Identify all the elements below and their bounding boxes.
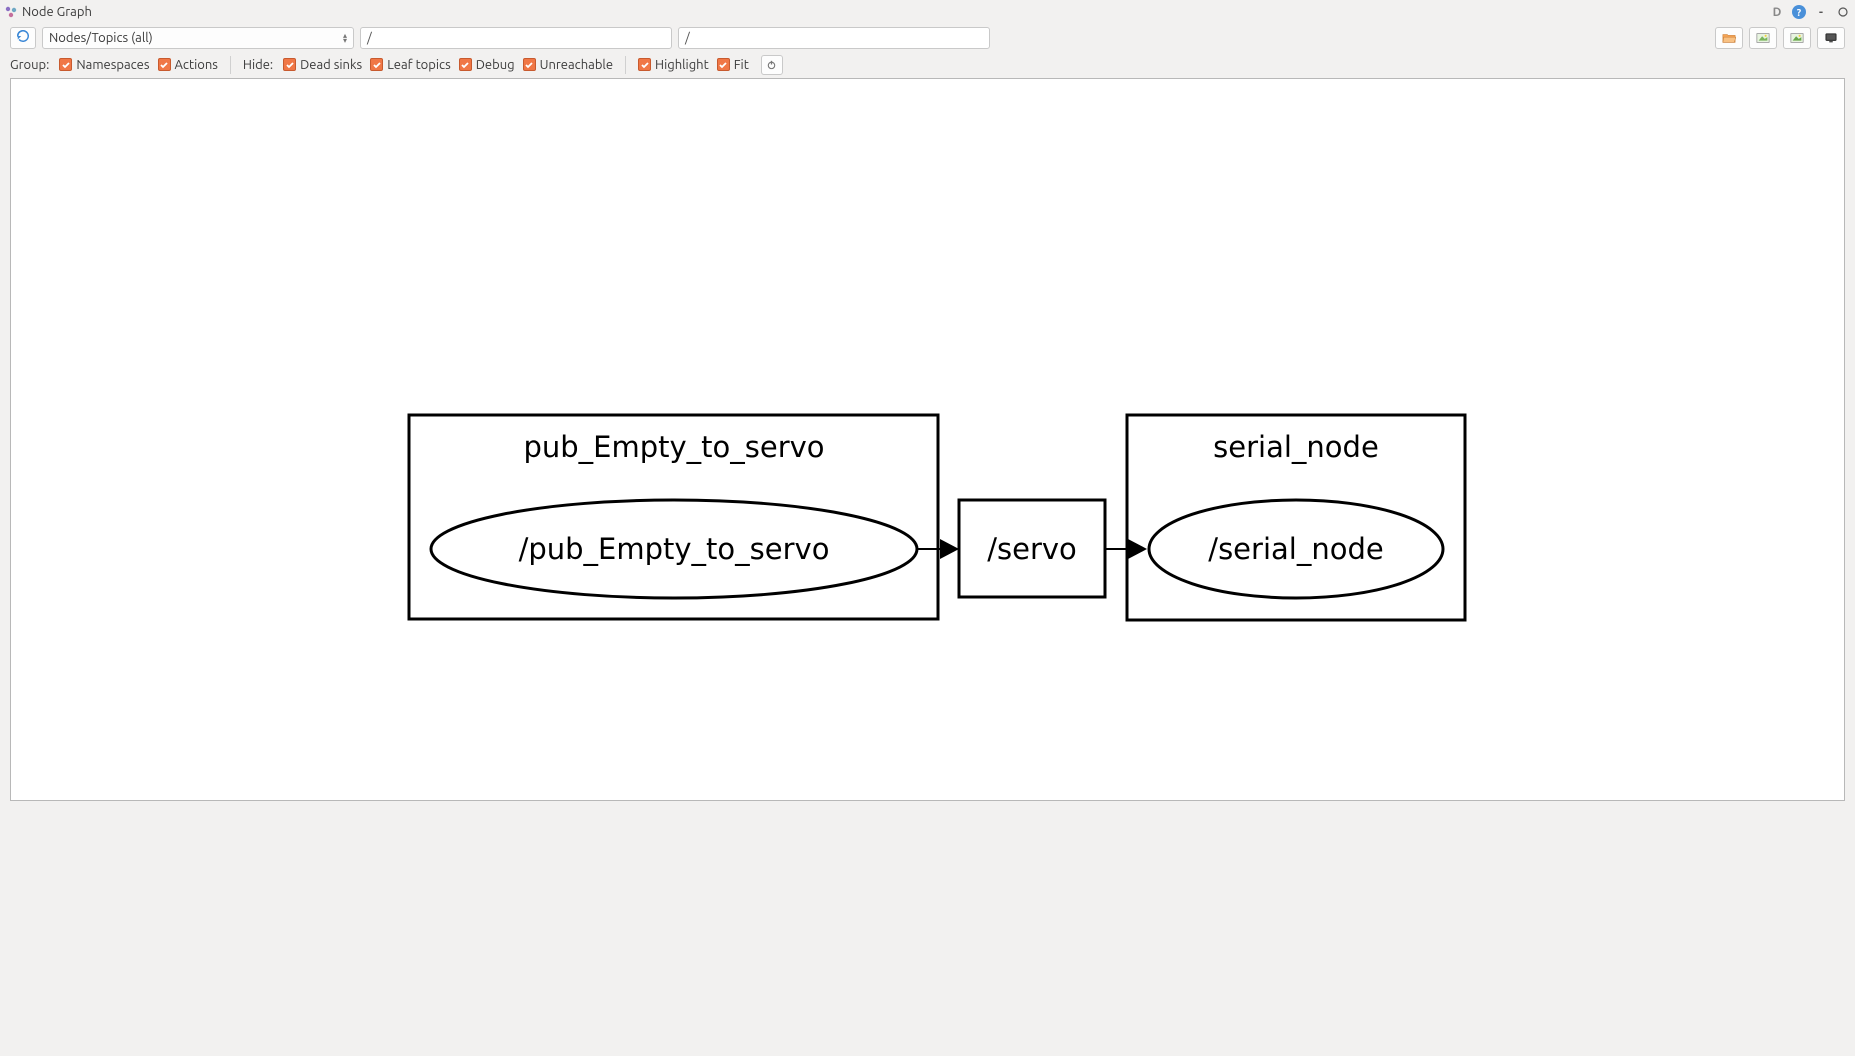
filter2-value: /: [685, 31, 690, 45]
checkbox-checked-icon: [283, 58, 296, 71]
maximize-button[interactable]: [1835, 4, 1851, 20]
folder-icon: [1722, 32, 1736, 44]
arrowhead-1: [940, 539, 959, 559]
divider: [625, 56, 626, 74]
namespaces-checkbox[interactable]: Namespaces: [59, 58, 149, 72]
namespace-title-2: serial_node: [1213, 430, 1379, 464]
save-image-button[interactable]: [1749, 27, 1777, 49]
detach-icon[interactable]: D: [1769, 4, 1785, 20]
refresh-button[interactable]: [10, 27, 36, 49]
view-mode-dropdown[interactable]: Nodes/Topics (all) ▴▾: [42, 27, 354, 49]
canvas-container: pub_Empty_to_servo /pub_Empty_to_servo /…: [0, 78, 1855, 811]
filter-input-1[interactable]: /: [360, 27, 672, 49]
actions-checkbox[interactable]: Actions: [158, 58, 218, 72]
debug-label: Debug: [476, 58, 515, 72]
checkbox-checked-icon: [638, 58, 651, 71]
fit-label: Fit: [734, 58, 749, 72]
checkbox-checked-icon: [59, 58, 72, 71]
hide-label: Hide:: [243, 58, 273, 72]
help-icon[interactable]: ?: [1791, 4, 1807, 20]
dead-sinks-checkbox[interactable]: Dead sinks: [283, 58, 362, 72]
leaf-topics-checkbox[interactable]: Leaf topics: [370, 58, 451, 72]
auto-fit-button[interactable]: [761, 55, 783, 75]
options-bar: Group: Namespaces Actions Hide: Dead sin…: [0, 51, 1855, 78]
checkbox-checked-icon: [459, 58, 472, 71]
app-icon: [4, 5, 18, 19]
graph-svg: pub_Empty_to_servo /pub_Empty_to_servo /…: [11, 79, 1844, 800]
toolbar: Nodes/Topics (all) ▴▾ / /: [0, 24, 1855, 51]
divider: [230, 56, 231, 74]
topic-label: /servo: [987, 532, 1077, 566]
unreachable-checkbox[interactable]: Unreachable: [523, 58, 613, 72]
checkbox-checked-icon: [158, 58, 171, 71]
titlebar-right: D ? -: [1769, 4, 1851, 20]
unreachable-label: Unreachable: [540, 58, 613, 72]
namespace-title-1: pub_Empty_to_servo: [523, 430, 824, 464]
filter1-value: /: [367, 31, 372, 45]
node-label-2: /serial_node: [1208, 532, 1383, 566]
refresh-icon: [16, 29, 30, 46]
titlebar-left: Node Graph: [4, 5, 92, 19]
dead-sinks-label: Dead sinks: [300, 58, 362, 72]
graph-canvas[interactable]: pub_Empty_to_servo /pub_Empty_to_servo /…: [10, 78, 1845, 801]
toolbar-right: [1715, 27, 1845, 49]
title-bar: Node Graph D ? -: [0, 0, 1855, 24]
highlight-checkbox[interactable]: Highlight: [638, 58, 709, 72]
group-label: Group:: [10, 58, 49, 72]
picture-export-icon: [1790, 32, 1804, 44]
highlight-label: Highlight: [655, 58, 709, 72]
arrowhead-2: [1128, 539, 1147, 559]
fit-checkbox[interactable]: Fit: [717, 58, 749, 72]
minimize-button[interactable]: -: [1813, 4, 1829, 20]
debug-checkbox[interactable]: Debug: [459, 58, 515, 72]
checkbox-checked-icon: [717, 58, 730, 71]
save-dot-button[interactable]: [1783, 27, 1811, 49]
window-title: Node Graph: [22, 5, 92, 19]
actions-label: Actions: [175, 58, 218, 72]
power-icon: [766, 59, 777, 70]
picture-icon: [1756, 32, 1770, 44]
checkbox-checked-icon: [370, 58, 383, 71]
node-label-1: /pub_Empty_to_servo: [519, 532, 830, 566]
leaf-topics-label: Leaf topics: [387, 58, 451, 72]
checkbox-checked-icon: [523, 58, 536, 71]
open-button[interactable]: [1715, 27, 1743, 49]
monitor-icon: [1824, 32, 1838, 44]
toolbar-left: Nodes/Topics (all) ▴▾ / /: [10, 27, 1709, 49]
namespaces-label: Namespaces: [76, 58, 149, 72]
screenshot-button[interactable]: [1817, 27, 1845, 49]
dropdown-arrows-icon: ▴▾: [343, 33, 347, 43]
filter-input-2[interactable]: /: [678, 27, 990, 49]
dropdown-value: Nodes/Topics (all): [49, 31, 153, 45]
